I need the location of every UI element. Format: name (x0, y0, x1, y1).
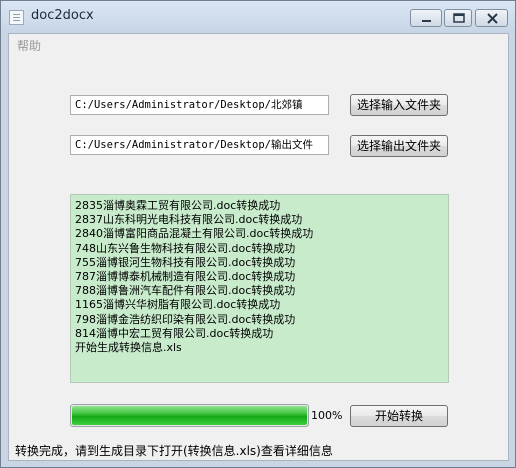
log-line: 2840淄博富阳商品混凝土有限公司.doc转换成功 (75, 227, 314, 241)
maximize-button[interactable] (444, 9, 472, 27)
minimize-button[interactable] (410, 9, 442, 27)
title-bar[interactable]: doc2docx (1, 1, 515, 33)
log-line: 748山东兴鲁生物科技有限公司.doc转换成功 (75, 241, 296, 255)
log-line: 开始生成转换信息.xls (75, 341, 182, 355)
status-message: 转换完成，请到生成目录下打开(转换信息.xls)查看详细信息 (15, 444, 333, 458)
output-folder-field[interactable]: C:/Users/Administrator/Desktop/输出文件 (70, 135, 329, 155)
start-convert-button[interactable]: 开始转换 (350, 405, 448, 427)
log-line: 755淄博银河生物科技有限公司.doc转换成功 (75, 255, 296, 269)
select-input-folder-button[interactable]: 选择输入文件夹 (350, 94, 448, 116)
input-folder-field[interactable]: C:/Users/Administrator/Desktop/北郊镇 (70, 95, 329, 115)
close-button[interactable] (475, 9, 508, 27)
log-line: 788淄博鲁洲汽车配件有限公司.doc转换成功 (75, 284, 296, 298)
progress-fill (72, 406, 307, 425)
menu-bar: 帮助 (9, 34, 508, 54)
menu-item-help[interactable]: 帮助 (17, 37, 41, 54)
progress-percent: 100% (311, 409, 343, 422)
log-line: 2835淄博奥霖工贸有限公司.doc转换成功 (75, 199, 281, 212)
window-title: doc2docx (31, 8, 94, 23)
app-window: doc2docx 帮助 C:/Users/Administrator/Deskt… (0, 0, 516, 468)
log-line: 1165淄博兴华树脂有限公司.doc转换成功 (75, 298, 281, 312)
log-line: 787淄博博泰机械制造有限公司.doc转换成功 (75, 270, 296, 284)
minimize-icon (422, 20, 431, 22)
log-line: 2837山东科明光电科技有限公司.doc转换成功 (75, 213, 303, 227)
maximize-icon (453, 13, 465, 23)
log-line: 814淄博中宏工贸有限公司.doc转换成功 (75, 326, 274, 340)
progress-bar (70, 404, 309, 427)
select-output-folder-button[interactable]: 选择输出文件夹 (350, 135, 448, 157)
log-line: 798淄博金浩纺织印染有限公司.doc转换成功 (75, 312, 296, 326)
close-icon (487, 13, 498, 24)
client-area: 帮助 C:/Users/Administrator/Desktop/北郊镇 选择… (8, 33, 509, 461)
app-icon (9, 10, 24, 25)
conversion-log[interactable]: 2835淄博奥霖工贸有限公司.doc转换成功 2837山东科明光电科技有限公司.… (70, 194, 449, 383)
